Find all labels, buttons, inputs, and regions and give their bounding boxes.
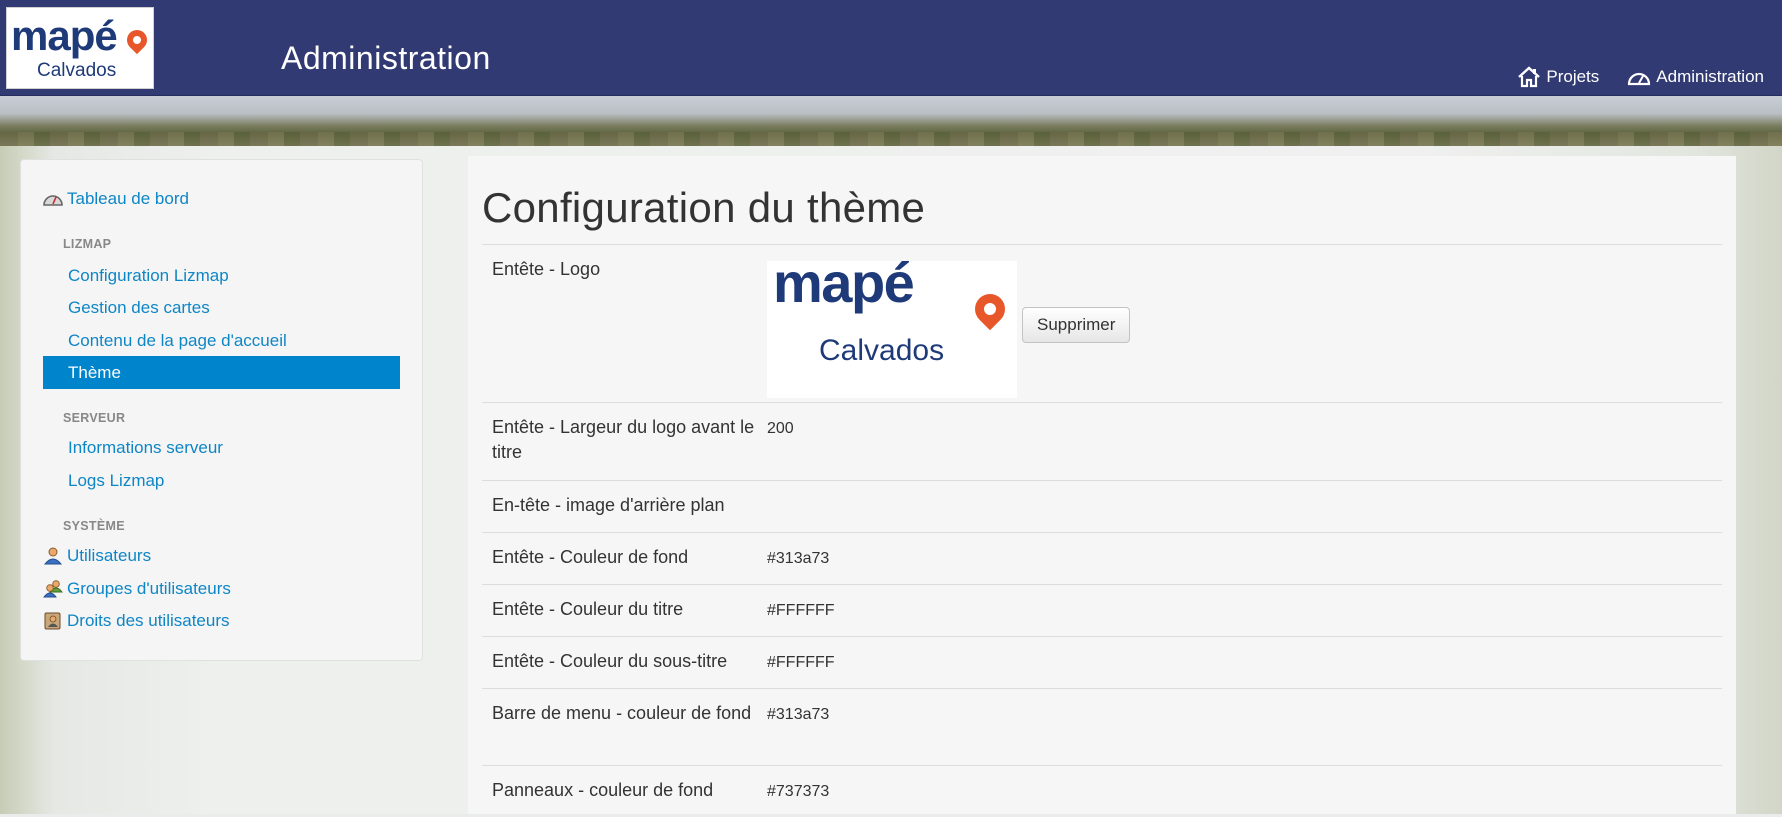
setting-label: Entête - Couleur du titre	[492, 599, 684, 619]
setting-row: Panneaux - couleur de fond #737373	[482, 765, 1722, 817]
setting-label: Entête - Couleur de fond	[492, 547, 689, 567]
nav-administration-link[interactable]: Administration	[1627, 66, 1764, 88]
delete-logo-button[interactable]: Supprimer	[1022, 307, 1131, 343]
sidebar-item-label: Configuration Lizmap	[68, 265, 229, 285]
setting-label: Barre de menu - couleur de fond	[492, 703, 752, 723]
setting-value: #FFFFFF	[767, 602, 835, 619]
sidebar-item-label: Gestion des cartes	[68, 297, 210, 317]
top-header: mapé Calvados Administration Projets Adm…	[0, 0, 1782, 96]
nav-projets-label: Projets	[1546, 67, 1600, 86]
setting-label: Entête - Largeur du logo avant le titre	[492, 417, 755, 462]
header-nav: Projets Administration	[1517, 66, 1764, 88]
user-group-icon	[43, 579, 63, 598]
page-header-title: Administration	[281, 40, 491, 76]
nav-administration-label: Administration	[1656, 67, 1764, 86]
sidebar-item-utilisateurs[interactable]: Utilisateurs	[43, 539, 400, 572]
sidebar-section-lizmap: LIZMAP	[63, 237, 112, 251]
setting-value: #313a73	[767, 550, 830, 567]
home-icon	[1517, 66, 1541, 88]
sidebar-item-label: Logs Lizmap	[68, 470, 165, 490]
setting-label: En-tête - image d'arrière plan	[492, 495, 725, 515]
admin-sidebar: Tableau de bord LIZMAP Configuration Liz…	[20, 159, 423, 661]
site-logo[interactable]: mapé Calvados	[6, 7, 154, 89]
sidebar-item-gestion-cartes[interactable]: Gestion des cartes	[43, 291, 400, 324]
sidebar-item-configuration-lizmap[interactable]: Configuration Lizmap	[43, 259, 400, 292]
setting-label: Panneaux - couleur de fond	[492, 780, 714, 800]
sidebar-item-label: Informations serveur	[68, 437, 223, 457]
setting-value: #737373	[767, 783, 830, 800]
sidebar-item-droits-utilisateurs[interactable]: Droits des utilisateurs	[43, 604, 400, 637]
sidebar-item-label: Contenu de la page d'accueil	[68, 330, 287, 350]
user-icon	[43, 547, 63, 565]
sidebar-item-label: Thème	[68, 362, 121, 382]
sidebar-item-label: Droits des utilisateurs	[67, 610, 230, 630]
dashboard-icon	[43, 190, 63, 208]
setting-row: Entête - Couleur du titre #FFFFFF	[482, 584, 1722, 636]
sidebar-section-serveur: SERVEUR	[63, 411, 126, 425]
setting-value: 200	[767, 420, 794, 437]
sidebar-item-label: Groupes d'utilisateurs	[67, 578, 231, 598]
header-background-image	[0, 96, 1782, 146]
sidebar-item-groupes-utilisateurs[interactable]: Groupes d'utilisateurs	[43, 572, 400, 605]
setting-row: Entête - Largeur du logo avant le titre …	[482, 402, 1722, 480]
setting-value: #313a73	[767, 706, 830, 723]
setting-label: Entête - Logo	[492, 259, 601, 279]
map-pin-icon	[968, 287, 1012, 330]
sidebar-section-systeme: SYSTÈME	[63, 519, 125, 533]
sidebar-item-informations-serveur[interactable]: Informations serveur	[43, 431, 400, 464]
setting-value	[1082, 481, 1722, 532]
sidebar-item-logs-lizmap[interactable]: Logs Lizmap	[43, 464, 400, 497]
sidebar-item-dashboard[interactable]: Tableau de bord	[43, 182, 400, 215]
theme-settings-list: Entête - Logo mapé Calvados Supprimer En…	[482, 244, 1722, 817]
sidebar-item-label: Tableau de bord	[67, 188, 189, 208]
setting-row: Barre de menu - couleur de fond #313a73	[482, 688, 1722, 765]
user-rights-icon	[43, 612, 63, 630]
sidebar-item-theme[interactable]: Thème	[43, 356, 400, 389]
setting-value: #FFFFFF	[767, 654, 835, 671]
setting-label: Entête - Couleur du sous-titre	[492, 651, 728, 671]
sidebar-item-contenu-accueil[interactable]: Contenu de la page d'accueil	[43, 324, 400, 357]
sidebar-item-label: Utilisateurs	[67, 545, 152, 565]
dashboard-icon	[1627, 68, 1651, 86]
main-content: Configuration du thème Entête - Logo map…	[468, 156, 1736, 814]
logo-preview-image: mapé Calvados	[767, 250, 1017, 398]
logo-title: mapé	[11, 12, 118, 59]
page-title: Configuration du thème	[482, 184, 926, 231]
setting-value: mapé Calvados Supprimer	[767, 245, 1722, 402]
logo-preview-subtitle: Calvados	[819, 333, 945, 367]
map-pin-icon	[122, 25, 152, 55]
setting-row: Entête - Couleur de fond #313a73	[482, 532, 1722, 584]
setting-row: Entête - Couleur du sous-titre #FFFFFF	[482, 636, 1722, 688]
setting-row: Entête - Logo mapé Calvados Supprimer	[482, 244, 1722, 402]
logo-subtitle: Calvados	[37, 60, 117, 81]
nav-projets-link[interactable]: Projets	[1517, 66, 1599, 88]
setting-row: En-tête - image d'arrière plan	[482, 480, 1722, 532]
logo-preview-title: mapé	[773, 250, 915, 314]
